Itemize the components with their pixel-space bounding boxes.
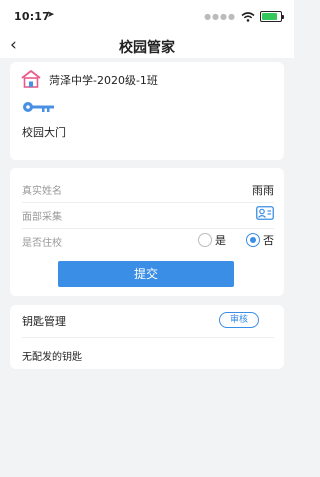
residence-row: 是否住校 是 否 xyxy=(22,231,274,253)
divider xyxy=(22,228,274,229)
radio-no-circle[interactable] xyxy=(246,233,260,247)
divider xyxy=(22,202,274,203)
divider xyxy=(22,337,274,338)
submit-button[interactable]: 提交 xyxy=(58,261,234,287)
school-name: 菏泽中学-2020级-1班 xyxy=(49,74,158,87)
radio-no[interactable]: 否 xyxy=(246,232,274,248)
no-key-text: 无配发的钥匙 xyxy=(22,352,82,363)
radio-no-label: 否 xyxy=(263,234,274,247)
school-icon xyxy=(21,70,41,88)
key-icon[interactable] xyxy=(22,100,56,114)
key-management-card: 钥匙管理 审核 无配发的钥匙 xyxy=(10,305,284,369)
real-name-row: 真实姓名 雨雨 xyxy=(22,179,274,201)
wifi-icon xyxy=(241,11,255,22)
signal-icon: ●●●● xyxy=(204,12,236,21)
page-title: 校园管家 xyxy=(119,40,175,56)
radio-yes[interactable]: 是 xyxy=(198,232,226,248)
info-form: 真实姓名 雨雨 面部采集 是否住校 是 否 提交 xyxy=(10,168,284,296)
key-management-title: 钥匙管理 xyxy=(22,315,66,328)
status-time: 10:17 xyxy=(14,10,51,23)
nav-bar: ‹ 校园管家 xyxy=(0,34,294,58)
face-label: 面部采集 xyxy=(22,212,62,223)
school-card: 菏泽中学-2020级-1班 校园大门 xyxy=(10,62,284,160)
residence-label: 是否住校 xyxy=(22,238,62,249)
face-scan-icon[interactable] xyxy=(256,206,274,220)
real-name-label: 真实姓名 xyxy=(22,186,62,197)
status-icons: ●●●● xyxy=(204,11,284,22)
radio-yes-label: 是 xyxy=(215,234,226,247)
radio-yes-circle[interactable] xyxy=(198,233,212,247)
audit-button[interactable]: 审核 xyxy=(219,312,259,328)
face-row[interactable]: 面部采集 xyxy=(22,205,274,227)
status-bar: 10:17 ➤ ●●●● xyxy=(0,0,294,34)
real-name-value: 雨雨 xyxy=(252,184,274,197)
gate-label: 校园大门 xyxy=(22,126,66,139)
location-icon: ➤ xyxy=(47,10,55,20)
battery-icon xyxy=(260,11,284,22)
